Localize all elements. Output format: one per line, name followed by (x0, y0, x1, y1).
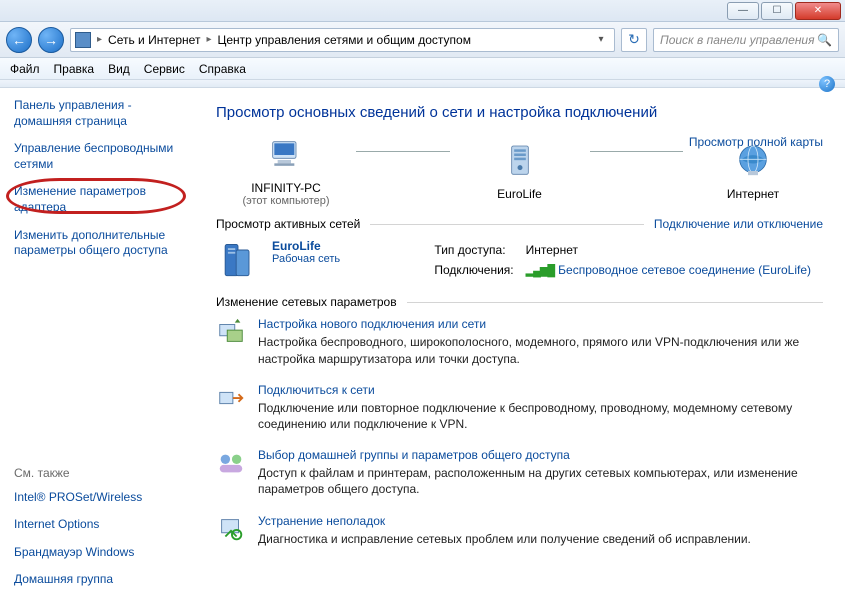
search-icon[interactable]: 🔍 (817, 33, 832, 47)
section-label: Просмотр активных сетей (216, 217, 360, 231)
minimize-button[interactable]: — (727, 2, 759, 20)
task-troubleshoot: Устранение неполадок Диагностика и испра… (216, 514, 823, 547)
section-network-settings: Изменение сетевых параметров (216, 295, 823, 309)
titlebar: — ☐ ✕ (0, 0, 845, 22)
map-connector (590, 151, 684, 152)
task-link[interactable]: Устранение неполадок (258, 514, 751, 528)
navbar: ← → ▸ Сеть и Интернет ▸ Центр управления… (0, 22, 845, 58)
server-icon (496, 141, 544, 181)
address-dropdown[interactable]: ▾ (592, 34, 610, 45)
access-type-value: Интернет (526, 241, 821, 259)
window-buttons: — ☐ ✕ (727, 2, 841, 20)
menu-help[interactable]: Справка (199, 62, 246, 76)
map-node-this-pc[interactable]: INFINITY-PC (этот компьютер) (216, 135, 356, 207)
address-bar[interactable]: ▸ Сеть и Интернет ▸ Центр управления сет… (70, 28, 615, 52)
sidebar-link-firewall[interactable]: Брандмауэр Windows (14, 545, 192, 561)
access-type-label: Тип доступа: (434, 241, 523, 259)
full-map-link[interactable]: Просмотр полной карты (689, 135, 823, 149)
network-icon (216, 239, 260, 283)
signal-icon: ▂▄▆█ (526, 265, 555, 277)
breadcrumb-2[interactable]: Центр управления сетями и общим доступом (217, 33, 471, 47)
search-box[interactable]: Поиск в панели управления 🔍 (653, 28, 839, 52)
search-placeholder: Поиск в панели управления (660, 33, 815, 47)
task-description: Диагностика и исправление сетевых пробле… (258, 531, 751, 547)
main-content: Просмотр основных сведений о сети и наст… (202, 88, 845, 610)
map-node-label: EuroLife (497, 187, 542, 201)
sidebar-link-adapter-wrap: Изменение параметров адаптера (14, 184, 192, 227)
sidebar-seealso-header: См. также (14, 466, 192, 480)
troubleshoot-icon (216, 514, 246, 544)
forward-button[interactable]: → (38, 27, 64, 53)
homegroup-icon (216, 448, 246, 478)
section-label: Изменение сетевых параметров (216, 295, 397, 309)
sidebar-link-homegroup[interactable]: Домашняя группа (14, 572, 192, 588)
menu-tools[interactable]: Сервис (144, 62, 185, 76)
network-name-link[interactable]: EuroLife (272, 239, 340, 253)
task-connect: Подключиться к сети Подключение или повт… (216, 383, 823, 432)
chevron-icon: ▸ (206, 34, 211, 45)
sidebar-link-internet-options[interactable]: Internet Options (14, 517, 192, 533)
sidebar: Панель управления - домашняя страница Уп… (0, 88, 202, 610)
refresh-button[interactable]: ↻ (621, 28, 647, 52)
menu-file[interactable]: Файл (10, 62, 40, 76)
maximize-button[interactable]: ☐ (761, 2, 793, 20)
network-category-link[interactable]: Рабочая сеть (272, 253, 340, 265)
connection-link[interactable]: Беспроводное сетевое соединение (EuroLif… (558, 263, 811, 277)
sidebar-link-home[interactable]: Панель управления - домашняя страница (14, 98, 192, 129)
sidebar-link-wireless[interactable]: Управление беспроводными сетями (14, 141, 192, 172)
task-homegroup: Выбор домашней группы и параметров общег… (216, 448, 823, 497)
new-connection-icon (216, 317, 246, 347)
network-map: Просмотр полной карты INFINITY-PC (этот … (216, 135, 823, 207)
menu-view[interactable]: Вид (108, 62, 130, 76)
back-button[interactable]: ← (6, 27, 32, 53)
sidebar-link-adapter[interactable]: Изменение параметров адаптера (14, 184, 192, 215)
task-link[interactable]: Выбор домашней группы и параметров общег… (258, 448, 823, 462)
active-network-row: EuroLife Рабочая сеть Тип доступа: Интер… (216, 239, 823, 283)
active-network-details: Тип доступа: Интернет Подключения: ▂▄▆█Б… (432, 239, 823, 283)
chevron-icon: ▸ (97, 34, 102, 45)
help-icon[interactable]: ? (819, 76, 835, 92)
menubar: Файл Правка Вид Сервис Справка (0, 58, 845, 80)
section-active-networks: Просмотр активных сетей Подключение или … (216, 217, 823, 231)
task-description: Подключение или повторное подключение к … (258, 400, 823, 432)
sidebar-link-sharing[interactable]: Изменить дополнительные параметры общего… (14, 228, 192, 259)
toolstrip: ? (0, 80, 845, 88)
close-button[interactable]: ✕ (795, 2, 841, 20)
task-link[interactable]: Подключиться к сети (258, 383, 823, 397)
map-node-label: Интернет (727, 187, 779, 201)
task-description: Доступ к файлам и принтерам, расположенн… (258, 465, 823, 497)
map-node-sublabel: (этот компьютер) (242, 195, 329, 207)
active-network-info: EuroLife Рабочая сеть (216, 239, 412, 283)
map-connector (356, 151, 450, 152)
map-node-network[interactable]: EuroLife (450, 141, 590, 201)
connect-disconnect-link[interactable]: Подключение или отключение (654, 217, 823, 231)
task-new-connection: Настройка нового подключения или сети На… (216, 317, 823, 366)
page-title: Просмотр основных сведений о сети и наст… (216, 104, 823, 121)
task-list: Настройка нового подключения или сети На… (216, 317, 823, 546)
body: Панель управления - домашняя страница Уп… (0, 88, 845, 610)
connections-label: Подключения: (434, 261, 523, 279)
map-node-label: INFINITY-PC (251, 181, 321, 195)
map-node-internet[interactable]: Интернет (683, 141, 823, 201)
computer-icon (262, 135, 310, 175)
task-link[interactable]: Настройка нового подключения или сети (258, 317, 823, 331)
menu-edit[interactable]: Правка (54, 62, 95, 76)
connect-icon (216, 383, 246, 413)
sidebar-link-intel[interactable]: Intel® PROSet/Wireless (14, 490, 192, 506)
task-description: Настройка беспроводного, широкополосного… (258, 334, 823, 366)
control-panel-icon (75, 32, 91, 48)
breadcrumb-1[interactable]: Сеть и Интернет (108, 33, 200, 47)
